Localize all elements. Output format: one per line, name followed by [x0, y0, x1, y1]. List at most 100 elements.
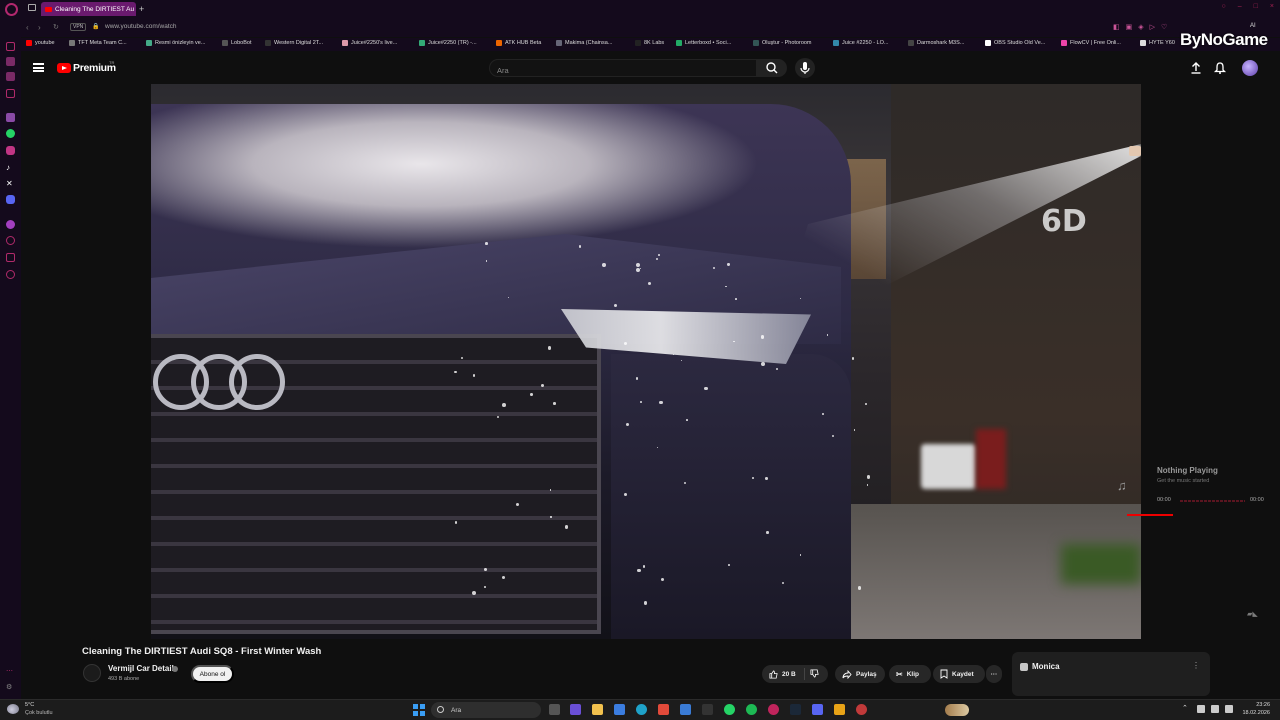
search-button[interactable] [757, 59, 787, 77]
bookmark-item[interactable]: youtube [26, 40, 55, 46]
messenger-icon[interactable] [6, 113, 15, 122]
tray-volume-icon[interactable] [1225, 705, 1233, 713]
task-view-icon[interactable] [549, 704, 560, 715]
tiktok-icon[interactable]: ♪ [6, 163, 15, 172]
whatsapp-taskbar-icon[interactable] [724, 704, 735, 715]
video-player[interactable]: 6D [151, 84, 1141, 639]
minimize-button[interactable]: – [1238, 3, 1242, 10]
voice-search-button[interactable] [795, 58, 815, 78]
opera-icon[interactable] [856, 704, 867, 715]
store-icon[interactable] [614, 704, 625, 715]
weather-temperature[interactable]: 5°C [25, 702, 34, 708]
bookmark-item[interactable]: Juice#2250's live... [342, 40, 397, 46]
dislike-button[interactable] [810, 668, 819, 680]
account-avatar[interactable] [1242, 60, 1258, 76]
bookmark-item[interactable]: Juice#2250 (TR) -... [419, 40, 477, 46]
sidebar-settings-icon[interactable]: ⚙ [6, 683, 15, 692]
search-box[interactable] [489, 59, 757, 79]
share-button[interactable]: Paylaş [835, 665, 885, 683]
monica-more-button[interactable]: ⋮ [1192, 661, 1200, 670]
channel-avatar[interactable] [83, 664, 101, 682]
tray-overflow-icon[interactable]: ⌃ [1182, 704, 1188, 712]
bookmark-item[interactable]: OBS Studio Old Ve... [985, 40, 1045, 46]
youtube-logo-icon[interactable] [57, 63, 71, 73]
instagram-icon[interactable] [6, 146, 15, 155]
bag-icon[interactable] [6, 57, 15, 66]
bookmark-item[interactable]: Juice #2250 - LO... [833, 40, 888, 46]
lock-icon[interactable]: 🔒 [92, 23, 99, 30]
close-button[interactable]: × [1270, 3, 1274, 10]
reload-icon[interactable]: ↻ [53, 23, 59, 31]
bookmark-item[interactable]: Makima (Chainsa... [556, 40, 612, 46]
channel-watermark-icon[interactable]: ▰◣ [1247, 610, 1265, 622]
steam-icon[interactable] [790, 704, 801, 715]
downloads-icon[interactable] [6, 253, 15, 262]
extension-icon[interactable]: ◧ [1113, 23, 1120, 31]
copilot-icon[interactable] [570, 704, 581, 715]
sidebar-more-icon[interactable]: ⋯ [6, 667, 15, 676]
music-widget-progress[interactable] [1180, 500, 1245, 502]
back-icon[interactable]: ‹ [26, 23, 29, 32]
like-button[interactable]: 20 B [769, 669, 796, 679]
vpn-badge[interactable]: VPN [70, 23, 87, 31]
channel-name[interactable]: Vermijl Car Detail [108, 664, 174, 673]
extensions-icon[interactable] [6, 72, 15, 81]
x-icon[interactable]: ✕ [6, 179, 15, 188]
home-icon[interactable] [6, 42, 15, 51]
discord-taskbar-icon[interactable] [812, 704, 823, 715]
bookmark-item[interactable]: Oluştur - Photoroom [753, 40, 812, 46]
clip-button[interactable]: ✂ Klip [889, 665, 931, 683]
bookmark-item[interactable]: 8K Labs [635, 40, 664, 46]
start-button[interactable] [413, 704, 425, 716]
file-explorer-icon[interactable] [592, 704, 603, 715]
play-icon[interactable]: ▷ [1150, 23, 1155, 31]
bookmark-item[interactable]: TFT Meta Team C... [69, 40, 127, 46]
epic-games-icon[interactable] [702, 704, 713, 715]
taskbar-date[interactable]: 18.02.2026 [1240, 710, 1270, 716]
bookmark-item[interactable]: Darmoshark M3S... [908, 40, 964, 46]
forward-icon[interactable]: › [38, 23, 41, 32]
tray-usb-icon[interactable] [1197, 705, 1205, 713]
opera-logo-icon[interactable] [5, 3, 18, 16]
weather-description[interactable]: Çok bulutlu [25, 710, 53, 716]
bookmark-item[interactable]: ATK HUB Beta [496, 40, 541, 46]
tray-network-icon[interactable] [1211, 705, 1219, 713]
ai-button[interactable]: AI [1250, 23, 1256, 29]
tab-active[interactable]: Cleaning The DIRTIEST Au [41, 2, 136, 16]
player-progress-bar[interactable] [1127, 514, 1173, 516]
bookmark-item[interactable]: HYTE Y60 [1140, 40, 1175, 46]
bookmark-item[interactable]: Letterboxd • Soci... [676, 40, 731, 46]
hamburger-menu-icon[interactable] [33, 63, 44, 72]
opera-gx-icon[interactable] [768, 704, 779, 715]
app-icon-blue[interactable] [680, 704, 691, 715]
monica-label[interactable]: Monica [1032, 662, 1060, 671]
music-note-icon[interactable]: ♫ [1117, 478, 1127, 493]
bookmark-item[interactable]: FlowCV | Free Onli... [1061, 40, 1121, 46]
app-icon-yellow[interactable] [834, 704, 845, 715]
url-field[interactable]: www.youtube.com/watch [105, 23, 177, 30]
new-tab-button[interactable]: + [139, 2, 144, 16]
bookmark-item[interactable]: Western Digital 2T... [265, 40, 323, 46]
weather-cloud-icon[interactable] [7, 704, 19, 714]
history-icon[interactable] [6, 236, 15, 245]
notifications-bell-icon[interactable] [1213, 61, 1227, 75]
player-icon[interactable] [6, 89, 15, 98]
music-icon[interactable] [6, 220, 15, 229]
workspaces-icon[interactable] [28, 4, 36, 11]
bookmark-item[interactable]: Resmi önizleyin ve... [146, 40, 205, 46]
heart-icon[interactable]: ♡ [1161, 23, 1167, 31]
camera-icon[interactable]: ▣ [1126, 23, 1133, 31]
spotify-icon[interactable] [746, 704, 757, 715]
search-input[interactable] [490, 62, 756, 79]
maximize-button[interactable]: □ [1254, 3, 1258, 10]
save-button[interactable]: Kaydet [933, 665, 985, 683]
app-icon-red[interactable] [658, 704, 669, 715]
more-actions-button[interactable]: ··· [986, 665, 1002, 683]
bookmark-item[interactable]: LoboBot [222, 40, 252, 46]
upload-icon[interactable] [1189, 61, 1203, 75]
edge-icon[interactable] [636, 704, 647, 715]
shield-icon[interactable]: ◈ [1138, 23, 1143, 31]
search-tabs-icon[interactable]: ○ [1222, 3, 1226, 10]
whatsapp-icon[interactable] [6, 129, 15, 138]
settings-icon[interactable] [6, 270, 15, 279]
